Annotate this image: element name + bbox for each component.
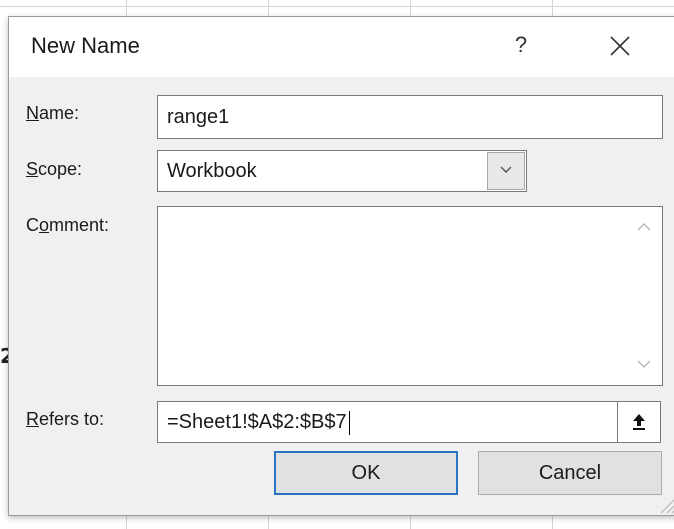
text-caret (348, 410, 350, 435)
resize-grip-icon[interactable] (655, 493, 674, 515)
comment-scrollbar[interactable] (627, 208, 661, 384)
ok-button[interactable]: OK (274, 451, 458, 495)
refers-to-label: Refers to: (26, 409, 105, 429)
dialog-title: New Name (31, 33, 140, 58)
arrow-up-icon (633, 414, 645, 430)
refers-to-input[interactable]: =Sheet1!$A$2:$B$7 (157, 401, 619, 443)
grid-line (0, 6, 674, 7)
scroll-down-button[interactable] (627, 350, 661, 380)
scope-select[interactable]: Workbook (157, 150, 527, 192)
scroll-up-button[interactable] (627, 212, 661, 242)
chevron-down-icon (637, 360, 651, 368)
collapse-dialog-button[interactable] (617, 401, 661, 443)
title-bar: New Name ? (9, 17, 674, 77)
scope-label: Scope: (26, 159, 83, 179)
close-x-icon (610, 36, 630, 56)
chevron-up-icon (637, 223, 651, 231)
name-input[interactable]: range1 (157, 95, 663, 139)
name-label: Name: (26, 103, 80, 123)
close-button[interactable] (599, 25, 643, 69)
help-button[interactable]: ? (501, 25, 541, 65)
scope-dropdown-button[interactable] (487, 152, 525, 190)
new-name-dialog: New Name ? Name: range1 Scope: Workbook … (8, 16, 674, 516)
comment-label: Comment: (26, 215, 110, 235)
cancel-button[interactable]: Cancel (478, 451, 662, 495)
comment-textarea[interactable] (157, 206, 663, 386)
chevron-down-icon (500, 166, 512, 173)
refers-to-value: =Sheet1!$A$2:$B$7 (167, 411, 347, 433)
